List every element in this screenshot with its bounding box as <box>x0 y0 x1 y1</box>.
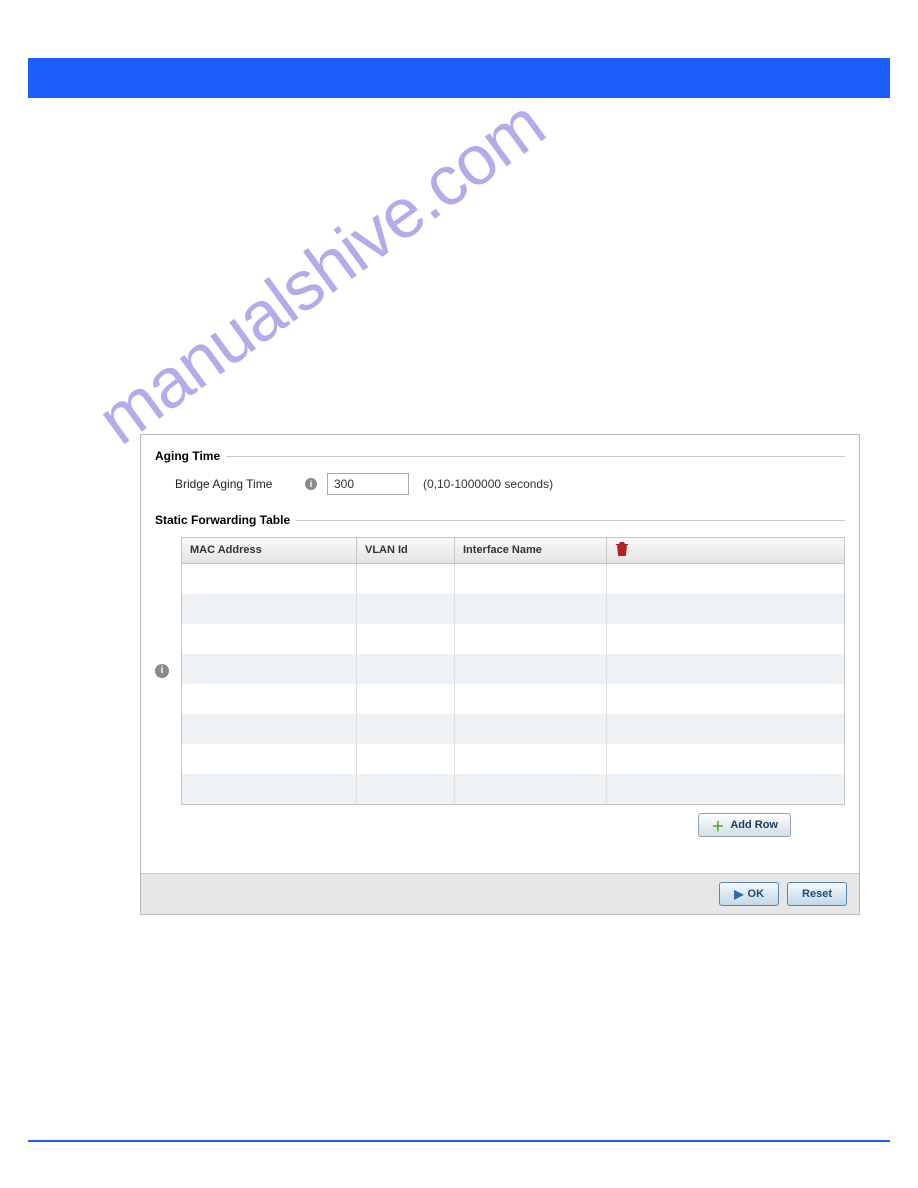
table-wrap: i MAC Address VLAN Id Interface Name <box>155 537 845 805</box>
info-icon[interactable]: i <box>155 664 169 678</box>
col-header-delete <box>607 538 637 563</box>
table-row <box>182 684 844 714</box>
play-icon: ▶ <box>734 887 743 901</box>
info-icon[interactable]: i <box>305 478 317 490</box>
static-legend-row: Static Forwarding Table <box>155 513 845 527</box>
col-header-mac-address: MAC Address <box>182 538 357 563</box>
bottom-divider <box>28 1140 890 1142</box>
panel-footer: ▶ OK Reset <box>141 873 859 914</box>
table-body <box>182 564 844 804</box>
bridge-aging-time-input[interactable] <box>327 473 409 495</box>
table-row <box>182 654 844 684</box>
add-row-button[interactable]: ＋ Add Row <box>698 813 791 837</box>
aging-legend: Aging Time <box>155 449 226 463</box>
plus-icon: ＋ <box>711 816 724 835</box>
add-row-label: Add Row <box>730 819 778 831</box>
table-row <box>182 594 844 624</box>
trash-icon[interactable] <box>616 542 628 558</box>
ok-label: OK <box>748 888 765 900</box>
panel-body: Aging Time Bridge Aging Time i (0,10-100… <box>141 435 859 873</box>
table-row <box>182 564 844 594</box>
config-panel: Aging Time Bridge Aging Time i (0,10-100… <box>140 434 860 915</box>
header-bar <box>28 58 890 98</box>
col-header-vlan-id: VLAN Id <box>357 538 455 563</box>
static-forwarding-table: MAC Address VLAN Id Interface Name <box>181 537 845 805</box>
table-header: MAC Address VLAN Id Interface Name <box>182 538 844 564</box>
add-row-bar: ＋ Add Row <box>155 805 845 837</box>
reset-label: Reset <box>802 888 832 900</box>
watermark: manualshive.com <box>83 84 559 460</box>
table-row <box>182 744 844 774</box>
ok-button[interactable]: ▶ OK <box>719 882 779 906</box>
aging-hint: (0,10-1000000 seconds) <box>423 477 553 491</box>
table-row <box>182 624 844 654</box>
static-divider <box>296 520 845 521</box>
static-forwarding-fieldset: Static Forwarding Table i MAC Address VL… <box>155 513 845 837</box>
table-row <box>182 774 844 804</box>
aging-row: Bridge Aging Time i (0,10-1000000 second… <box>155 473 845 495</box>
static-legend: Static Forwarding Table <box>155 513 296 527</box>
aging-time-fieldset: Aging Time Bridge Aging Time i (0,10-100… <box>155 449 845 495</box>
aging-divider <box>226 456 845 457</box>
bridge-aging-time-label: Bridge Aging Time <box>175 477 305 491</box>
col-header-interface-name: Interface Name <box>455 538 607 563</box>
reset-button[interactable]: Reset <box>787 882 847 906</box>
table-row <box>182 714 844 744</box>
aging-legend-row: Aging Time <box>155 449 845 463</box>
